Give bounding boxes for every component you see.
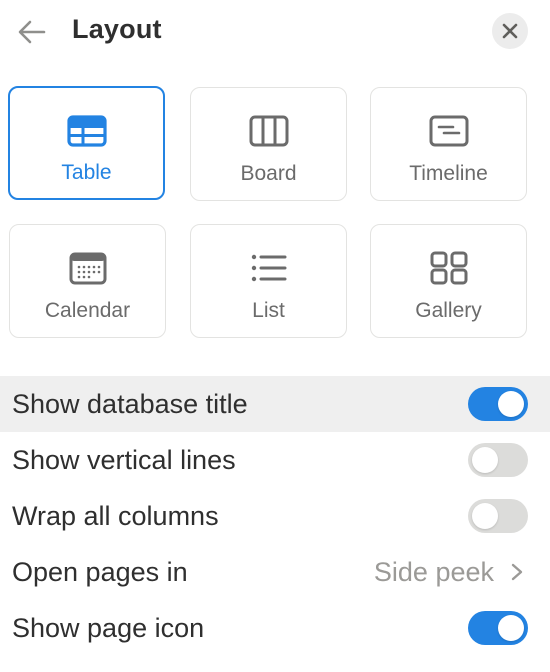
toggle-knob [472, 503, 498, 529]
setting-label: Wrap all columns [12, 500, 219, 531]
layout-option-timeline[interactable]: Timeline [370, 87, 527, 201]
list-icon [251, 254, 286, 282]
setting-wrap-all-columns[interactable]: Wrap all columns [0, 488, 550, 544]
setting-label: Show page icon [12, 612, 205, 643]
layout-option-label: Table [61, 161, 112, 184]
setting-label: Show database title [12, 388, 248, 419]
toggle-knob [498, 391, 524, 417]
table-icon [66, 115, 107, 147]
layout-option-label: Timeline [409, 162, 488, 185]
layout-option-board[interactable]: Board [190, 87, 347, 201]
wrap-all-columns-toggle[interactable] [468, 499, 528, 533]
gallery-icon [430, 251, 467, 285]
toggle-knob [472, 447, 498, 473]
layout-option-label: Board [240, 162, 297, 185]
panel-title: Layout [72, 14, 162, 44]
setting-show-database-title[interactable]: Show database title [0, 376, 550, 432]
open-pages-in-value[interactable]: Side peek [374, 557, 524, 588]
layout-option-label: Gallery [415, 299, 482, 322]
close-button[interactable] [492, 13, 528, 49]
timeline-icon [429, 115, 468, 147]
layout-option-gallery[interactable]: Gallery [370, 224, 527, 338]
setting-label: Open pages in [12, 556, 188, 587]
setting-show-vertical-lines[interactable]: Show vertical lines [0, 432, 550, 488]
arrow-left-icon [18, 20, 46, 44]
layout-option-label: List [252, 299, 285, 322]
chevron-right-icon [511, 563, 523, 581]
toggle-knob [498, 615, 524, 641]
setting-label: Show vertical lines [12, 444, 236, 475]
setting-open-pages-in[interactable]: Open pages in Side peek [0, 544, 550, 600]
open-pages-in-value-text: Side peek [373, 556, 494, 587]
layout-option-calendar[interactable]: Calendar [9, 224, 166, 338]
panel-header: Layout [0, 0, 550, 64]
show-database-title-toggle[interactable] [468, 387, 528, 421]
close-icon [502, 23, 518, 39]
show-page-icon-toggle[interactable] [468, 611, 528, 645]
calendar-icon [69, 252, 106, 285]
layout-option-list[interactable]: List [190, 224, 347, 338]
layout-option-label: Calendar [44, 299, 131, 322]
setting-show-page-icon[interactable]: Show page icon [0, 600, 550, 656]
show-vertical-lines-toggle[interactable] [468, 443, 528, 477]
layout-option-table[interactable]: Table [8, 86, 165, 200]
board-icon [249, 115, 288, 147]
back-button[interactable] [16, 18, 48, 46]
